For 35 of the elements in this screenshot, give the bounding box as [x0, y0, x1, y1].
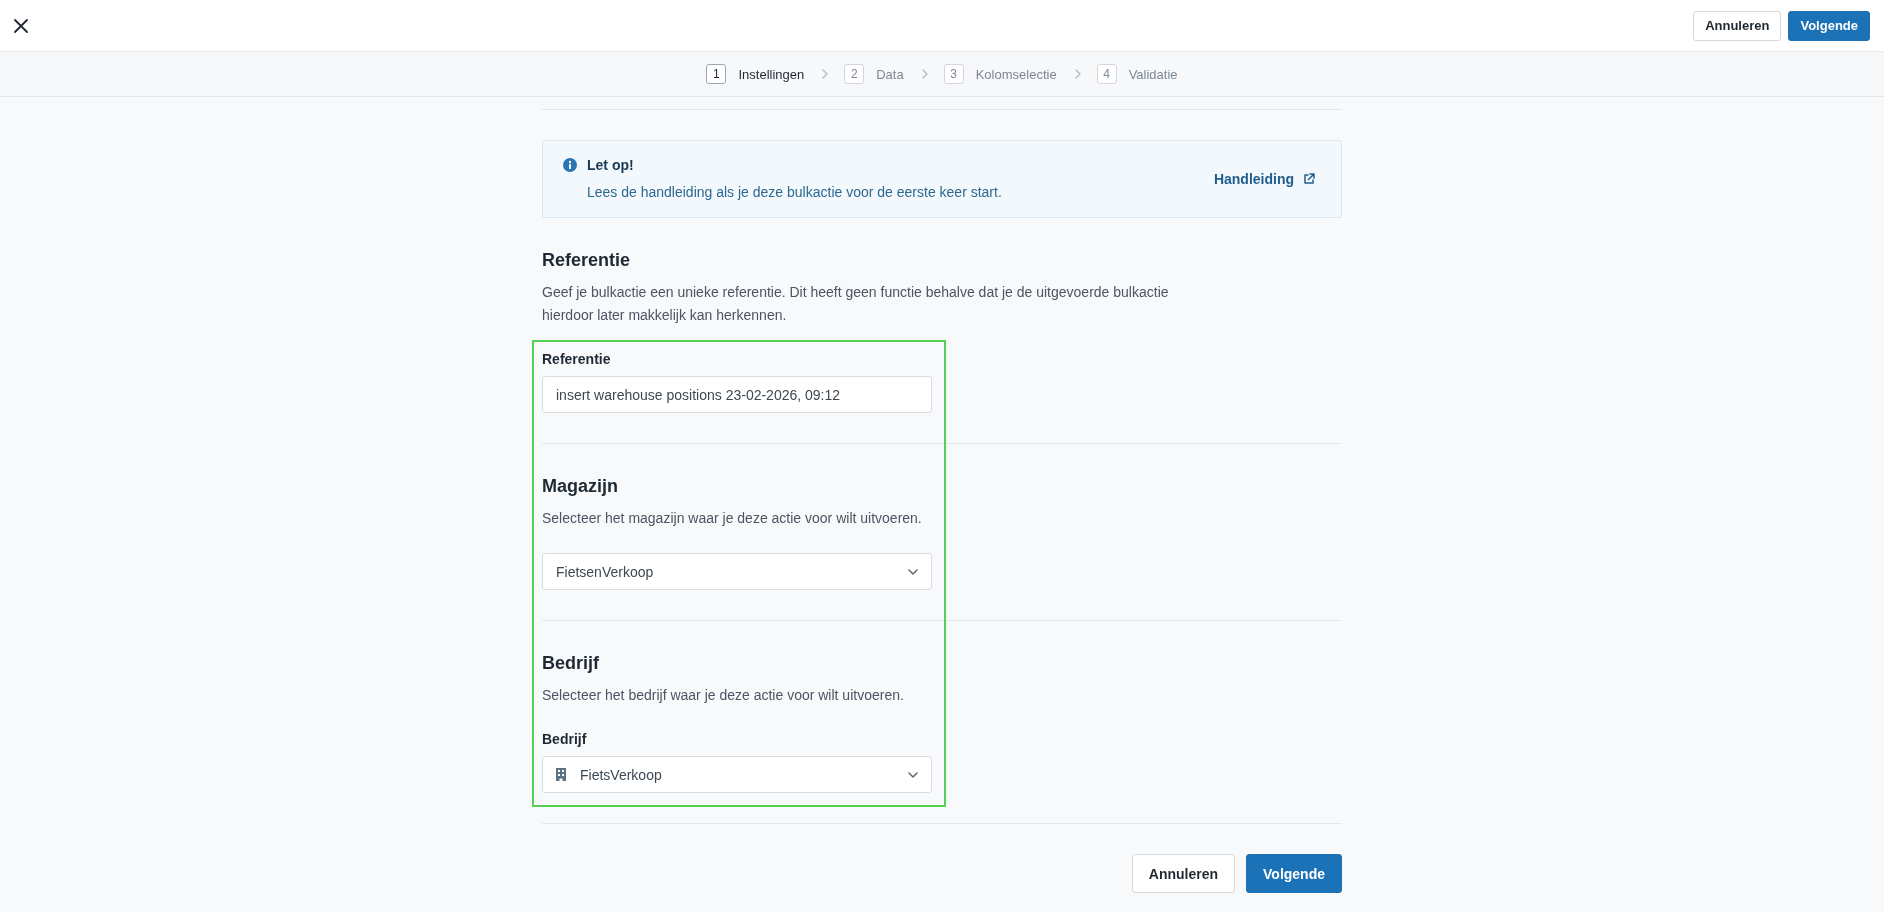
info-icon: [563, 158, 577, 172]
chevron-down-icon: [908, 771, 918, 778]
section-description: Selecteer het magazijn waar je deze actie voor wilt uitvoeren.: [542, 509, 923, 528]
manual-link[interactable]: Handleiding: [1213, 171, 1315, 187]
dropdown[interactable]: FietsVerkoop: [542, 756, 932, 793]
external-link-icon: [1303, 173, 1315, 185]
chevron-right-icon: [1074, 69, 1081, 79]
close-icon[interactable]: [13, 17, 29, 34]
chevron-right-icon: [921, 69, 928, 79]
dropdown[interactable]: FietsenVerkoop: [542, 553, 932, 590]
cancel-button[interactable]: Annuleren: [1131, 854, 1236, 893]
step-number: 2: [844, 64, 865, 84]
section-title: Referentie: [542, 249, 632, 271]
section-description: Geef je bulkactie een unieke referentie. Dit heeft geen functie behalve dat je de uitgevoerde bulkactie hierdoor later makkelijk kan herkennen.: [542, 283, 1170, 325]
notice-title: Let op!: [587, 156, 635, 174]
step-label: Data: [876, 66, 904, 82]
chevron-down-icon: [908, 568, 918, 575]
field-label: Referentie: [542, 350, 612, 368]
step-label: Validatie: [1128, 66, 1178, 82]
step-number: 3: [943, 64, 964, 84]
next-button[interactable]: Volgende: [1788, 10, 1870, 41]
section-title: Bedrijf: [542, 652, 600, 674]
step-number: 4: [1096, 64, 1117, 84]
building-icon: [556, 768, 566, 781]
notice-message: Lees de handleiding als je deze bulkactie voor de eerste keer start.: [587, 183, 1002, 202]
field-label: Bedrijf: [542, 730, 588, 748]
cancel-button[interactable]: Annuleren: [1693, 10, 1782, 41]
step-label: Instellingen: [738, 66, 805, 82]
text-input[interactable]: insert warehouse positions 23-02-2026, 09:12: [542, 376, 932, 413]
step-number: 1: [706, 64, 727, 84]
step-label: Kolomselectie: [975, 66, 1057, 82]
section-title: Magazijn: [542, 475, 619, 497]
chevron-right-icon: [822, 69, 829, 79]
section-description: Selecteer het bedrijf waar je deze actie voor wilt uitvoeren.: [542, 686, 905, 705]
next-button[interactable]: Volgende: [1246, 854, 1342, 893]
